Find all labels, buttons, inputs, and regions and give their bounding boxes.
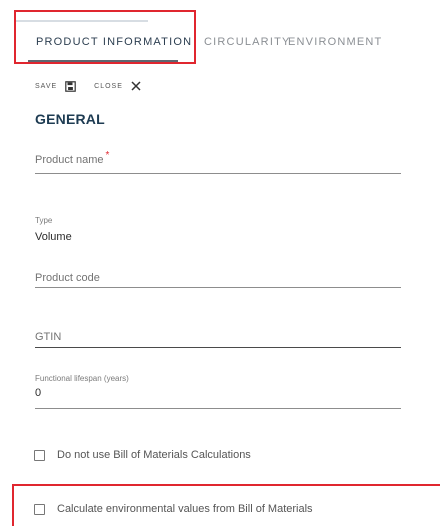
required-marker: * (105, 150, 110, 161)
checkbox-box[interactable] (34, 503, 45, 515)
tab-circularity[interactable]: CIRCULARITY (204, 36, 291, 48)
gtin-field[interactable]: GTIN (35, 327, 401, 349)
functional-lifespan-label: Functional lifespan (years) (35, 374, 129, 383)
type-value: Volume (35, 231, 72, 243)
product-name-underline (35, 173, 401, 174)
checkbox-calc-from-bom[interactable]: Calculate environmental values from Bill… (34, 503, 313, 515)
product-name-field[interactable]: Product name * (35, 150, 401, 176)
active-tab-indicator (28, 60, 178, 62)
tab-bar: PRODUCT INFORMATION CIRCULARITY ENVIRONM… (14, 14, 434, 64)
gtin-label: GTIN (35, 331, 62, 343)
checkbox-box[interactable] (34, 449, 45, 461)
save-button[interactable]: SAVE (35, 80, 76, 92)
product-code-field[interactable]: Product code (35, 268, 401, 290)
type-field: Type Volume (35, 216, 401, 250)
functional-lifespan-underline (35, 408, 401, 409)
type-label: Type (35, 216, 53, 225)
save-button-label: SAVE (35, 82, 58, 90)
product-name-label: Product name (35, 154, 104, 166)
checkbox-label: Calculate environmental values from Bill… (57, 503, 313, 515)
tab-top-line (14, 20, 148, 22)
product-code-label: Product code (35, 272, 100, 284)
close-button[interactable]: CLOSE (94, 81, 141, 91)
toolbar: SAVE CLOSE (35, 78, 151, 94)
checkbox-no-bom-calculations[interactable]: Do not use Bill of Materials Calculation… (34, 449, 251, 461)
product-code-underline (35, 287, 401, 288)
gtin-underline (35, 347, 401, 348)
floppy-disk-icon (65, 80, 76, 92)
functional-lifespan-value: 0 (35, 387, 42, 399)
close-icon (131, 81, 141, 91)
close-button-label: CLOSE (94, 82, 123, 90)
tab-environment[interactable]: ENVIRONMENT (288, 36, 382, 48)
section-title-general: GENERAL (35, 111, 105, 127)
functional-lifespan-field[interactable]: Functional lifespan (years) 0 (35, 374, 401, 410)
checkbox-label: Do not use Bill of Materials Calculation… (57, 449, 251, 461)
tab-product-information[interactable]: PRODUCT INFORMATION (36, 36, 192, 48)
